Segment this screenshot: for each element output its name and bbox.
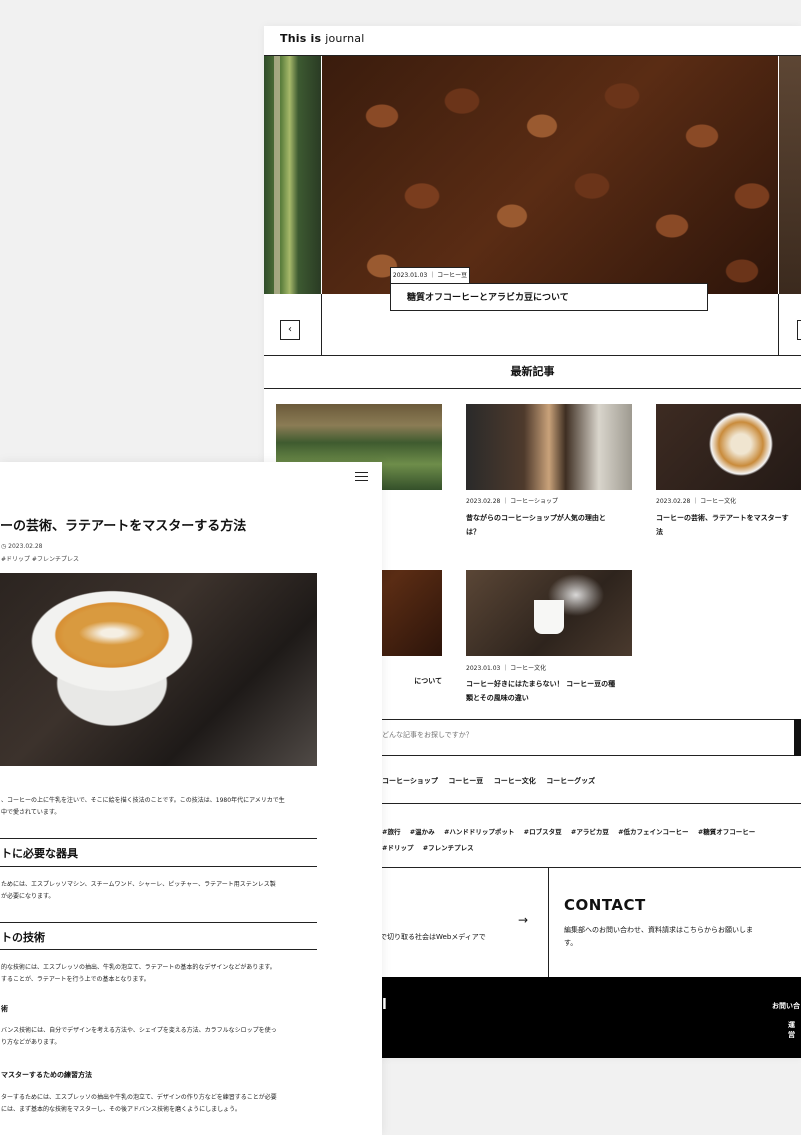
paragraph-line: り方などがあります。 [1,1039,61,1046]
heading-rule [0,922,317,923]
tag-cloud: #旅行 #温かみ #ハンドドリップポット #ロブスタ豆 #アラビカ豆 #低カフェ… [382,824,782,856]
tag-link[interactable]: #アラビカ豆 [571,828,609,836]
tag-link[interactable]: #温かみ [410,828,435,836]
site-logo[interactable]: This is journal [280,32,365,45]
tag-link[interactable]: #糖質オフコーヒー [698,828,755,836]
hero-slide-image[interactable] [322,56,778,294]
heading-rule [0,838,317,839]
slider-divider-left [321,294,322,356]
paragraph: 的な技術には、エスプレッソの抽出、牛乳の泡立て、ラテアートの基本的なデザインなど… [1,962,276,986]
post-card-meta: 2023.01.03 ｜ コーヒー文化 [466,665,547,672]
sub-heading: 術 [1,1005,8,1013]
post-card-title-line: 昔ながらのコーヒーショップが人気の理由と [466,514,606,522]
paragraph-line: 中で愛されています。 [1,809,61,816]
post-card-title[interactable]: コーヒーの芸術、ラテアートをマスターす 法 [656,511,801,539]
tag-link[interactable]: #低カフェインコーヒー [618,828,688,836]
post-card-title[interactable]: コーヒー好きにはたまらない！ コーヒー豆の種 類とその風味の違い [466,677,636,705]
post-card-meta: 2023.02.28 ｜ コーヒー文化 [656,498,737,505]
paragraph-line: には、まず基本的な技術をマスターし、その後アドバンス技術を磨くようにしましょう。 [1,1106,241,1113]
divider [380,867,801,868]
paragraph-line: バンス技術には、自分でデザインを考える方法や、シェイプを変える方法、カラフルなシ… [1,1027,277,1034]
logo-bold: This is [280,32,322,45]
contact-description-line: 編集部へのお問い合わせ、資料請求はこちらからお願いしま [564,926,753,934]
slider-next-button[interactable] [797,320,801,340]
footer-link-operator[interactable]: 運営 [788,1020,801,1040]
section-heading: トに必要な器具 [1,847,78,860]
search-input[interactable] [380,730,764,740]
slide-image-next[interactable] [779,56,801,294]
about-text: で切り取る社会はWebメディアで [380,933,486,941]
tag-link[interactable]: #旅行 [382,828,400,836]
site-footer [380,977,801,1058]
article-tags[interactable]: #ドリップ #フレンチプレス [1,554,79,563]
post-card-title-line: 法 [656,528,663,536]
article-page: ーの芸術、ラテアートをマスターする方法 ◷ 2023.02.28 #ドリップ #… [0,462,382,1135]
tag-link[interactable]: #ハンドドリップポット [444,828,514,836]
contact-heading[interactable]: CONTACT [564,896,646,914]
contact-description-line: す。 [564,939,578,947]
heading-rule [0,949,317,950]
post-card-image[interactable] [656,404,801,490]
hero-post-meta: 2023.01.03 ｜ コーヒー豆 [390,267,470,284]
slider-divider-right [778,294,779,356]
paragraph-line: ためには、エスプレッソマシン、スチームワンド、シャーレ、ピッチャー、ラテアート用… [1,881,276,888]
paragraph: ためには、エスプレッソマシン、スチームワンド、シャーレ、ピッチャー、ラテアート用… [1,879,276,903]
post-card-title-line: は？ [466,528,480,536]
post-card-title-line: コーヒー好きにはたまらない！ コーヒー豆の種 [466,680,616,688]
hero-post-title[interactable]: 糖質オフコーヒーとアラビカ豆について [390,283,708,311]
contact-description: 編集部へのお問い合わせ、資料請求はこちらからお願いしま す。 [564,924,784,950]
category-link[interactable]: コーヒー豆 [448,777,483,785]
tag-link[interactable]: #ロブスタ豆 [524,828,562,836]
section-divider-bottom [264,388,801,389]
paragraph: ターするためには、エスプレッソの抽出や牛乳の泡立て、デザインの作り方などを練習す… [1,1092,277,1116]
tag-link[interactable]: #フレンチプレス [423,844,474,852]
category-list: コーヒーショップ コーヒー豆 コーヒー文化 コーヒーグッズ [382,776,603,786]
paragraph-line: することが、ラテアートを行う上での基本となります。 [1,976,150,983]
article-hero-image [0,573,317,766]
section-heading: トの技術 [1,931,45,944]
contact-divider [548,868,549,978]
post-card-title[interactable]: 昔ながらのコーヒーショップが人気の理由と は？ [466,511,636,539]
tag-row: #ドリップ #フレンチプレス [382,840,782,856]
sub-heading: マスターするための練習方法 [1,1071,92,1079]
chevron-left-icon: ‹ [288,324,292,335]
post-card-title-line: 類とその風味の違い [466,694,529,702]
article-date: ◷ 2023.02.28 [1,543,43,550]
logo-rest: journal [325,32,365,45]
category-link[interactable]: コーヒーグッズ [546,777,595,785]
post-card-title-line: コーヒーの芸術、ラテアートをマスターす [656,514,789,522]
slider-prev-button[interactable]: ‹ [280,320,300,340]
search-button[interactable] [794,719,801,756]
category-link[interactable]: コーヒー文化 [494,777,536,785]
tag-row: #旅行 #温かみ #ハンドドリップポット #ロブスタ豆 #アラビカ豆 #低カフェ… [382,824,782,840]
post-card-meta: 2023.02.28 ｜ コーヒーショップ [466,498,559,505]
paragraph-line: ターするためには、エスプレッソの抽出や牛乳の泡立て、デザインの作り方などを練習す… [1,1094,277,1101]
paragraph-line: 、コーヒーの上に牛乳を注いで、そこに絵を描く技法のことです。この技法は、1980… [1,797,285,804]
search-bar [380,719,801,756]
paragraph: バンス技術には、自分でデザインを考える方法や、シェイプを変える方法、カラフルなシ… [1,1025,277,1049]
paragraph-line: 的な技術には、エスプレッソの抽出、牛乳の泡立て、ラテアートの基本的なデザインなど… [1,964,276,971]
slide-image-previous[interactable] [264,56,321,294]
hamburger-menu-icon[interactable] [355,472,368,481]
footer-logo[interactable]: l [382,997,387,1013]
heading-rule [0,866,317,867]
post-card-image[interactable] [466,570,632,656]
article-intro: 、コーヒーの上に牛乳を注いで、そこに絵を描く技法のことです。この技法は、1980… [1,795,285,819]
latest-posts-heading: 最新記事 [510,365,555,378]
article-title: ーの芸術、ラテアートをマスターする方法 [0,519,247,534]
arrow-right-icon[interactable]: → [518,913,528,927]
divider [380,803,801,804]
tag-link[interactable]: #ドリップ [382,844,413,852]
post-card-image[interactable] [466,404,632,490]
paragraph-line: が必要になります。 [1,893,55,900]
footer-link-contact[interactable]: お問い合 [772,1001,800,1011]
category-link[interactable]: コーヒーショップ [382,777,438,785]
